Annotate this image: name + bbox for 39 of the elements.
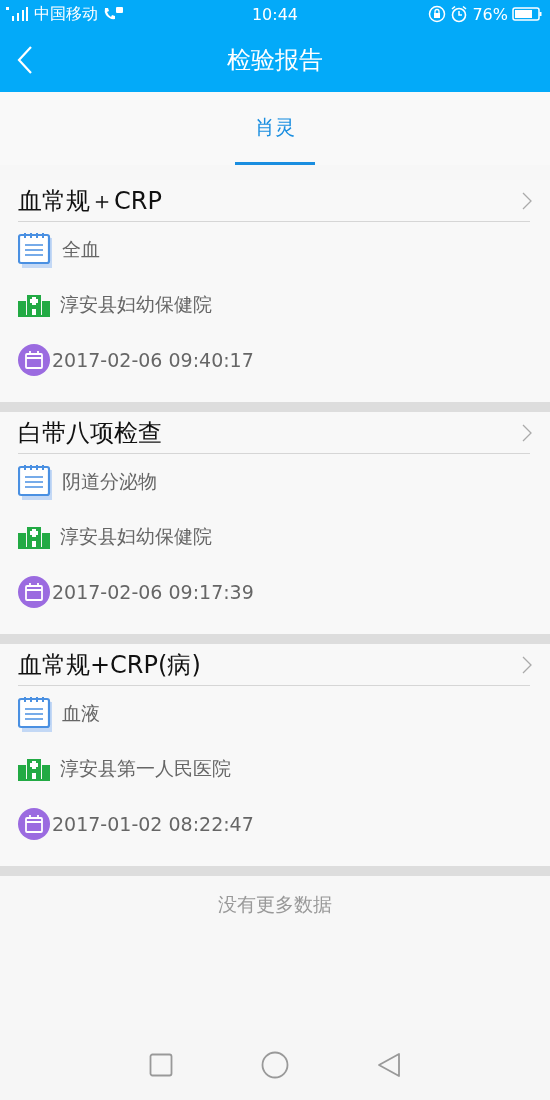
calendar-icon	[18, 807, 50, 840]
specimen-type: 阴道分泌物	[62, 468, 157, 494]
report-title: 血常规+CRP(病)	[18, 649, 201, 681]
calendar-icon	[18, 575, 50, 608]
hospital-icon	[18, 292, 50, 317]
hospital-icon	[18, 756, 50, 781]
back-button[interactable]	[16, 45, 34, 75]
notepad-icon	[18, 695, 52, 732]
back-icon[interactable]	[377, 1052, 401, 1078]
report-datetime: 2017-02-06 09:17:39	[52, 580, 254, 603]
report-datetime: 2017-01-02 08:22:47	[52, 812, 254, 835]
report-datetime: 2017-02-06 09:40:17	[52, 348, 254, 371]
specimen-type: 血液	[62, 700, 100, 726]
battery-percent: 76%	[472, 4, 508, 24]
phone-icon	[102, 6, 124, 22]
patient-tab[interactable]: 肖灵	[235, 92, 315, 165]
signal-icon	[4, 6, 30, 22]
notepad-icon	[18, 463, 52, 500]
report-title: 血常规＋CRP	[18, 185, 162, 217]
page-title: 检验报告	[226, 45, 324, 76]
rotation-lock-icon	[428, 5, 447, 23]
notepad-icon	[18, 231, 52, 268]
battery-icon	[512, 6, 542, 22]
specimen-type: 全血	[62, 236, 100, 262]
chevron-right-icon[interactable]	[522, 423, 532, 442]
report-title: 白带八项检查	[18, 417, 162, 449]
hospital-name: 淳安县妇幼保健院	[60, 523, 212, 549]
recent-apps-icon[interactable]	[149, 1053, 173, 1077]
home-icon[interactable]	[261, 1051, 289, 1079]
no-more-data-text: 没有更多数据	[218, 892, 332, 917]
hospital-name: 淳安县第一人民医院	[60, 755, 231, 781]
hospital-name: 淳安县妇幼保健院	[60, 291, 212, 317]
chevron-right-icon[interactable]	[522, 191, 532, 210]
hospital-icon	[18, 524, 50, 549]
chevron-right-icon[interactable]	[522, 655, 532, 674]
calendar-icon	[18, 343, 50, 376]
carrier-name: 中国移动	[34, 3, 98, 25]
alarm-icon	[450, 5, 469, 23]
clock-time: 10:44	[250, 4, 300, 24]
